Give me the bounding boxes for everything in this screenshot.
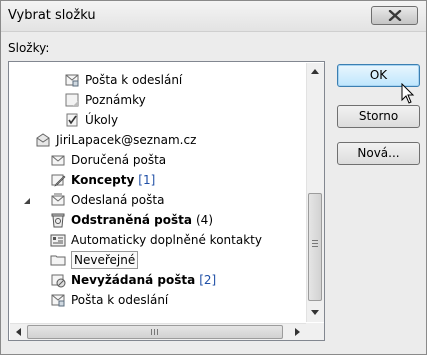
tree-item-label: JiriLapacek@seznam.cz [56, 133, 197, 147]
grip-icon [151, 329, 158, 335]
tree-item[interactable]: JiriLapacek@seznam.cz [35, 130, 196, 150]
tree-item-label: Poznámky [85, 93, 146, 107]
tree-item[interactable]: Odstraněná pošta (4) [50, 210, 213, 230]
folders-label: Složky: [8, 41, 50, 55]
deleted-icon [51, 213, 65, 228]
tree-item-label: Neveřejné [71, 251, 139, 269]
tree-item[interactable]: Pošta k odeslání [64, 70, 182, 90]
close-icon [388, 10, 402, 21]
scroll-right-arrow-icon[interactable] [295, 328, 300, 336]
tree-item-label: Úkoly [85, 113, 119, 127]
tree-item-label: Automaticky doplněné kontakty [71, 233, 262, 247]
outbox-icon [51, 294, 65, 307]
tree-item-label: Odeslaná pošta [71, 193, 165, 207]
cancel-button[interactable]: Storno [337, 105, 420, 128]
tree-item[interactable]: Poznámky [64, 90, 146, 110]
outbox-icon [65, 74, 79, 87]
tree-item-label: Pošta k odeslání [71, 293, 169, 307]
tree-item[interactable]: Pošta k odeslání [50, 290, 168, 310]
vertical-scrollbar[interactable] [306, 63, 324, 322]
horizontal-scroll-thumb[interactable] [27, 325, 283, 339]
tree-item-label: Pošta k odeslání [85, 73, 183, 87]
tree-item[interactable]: Odeslaná pošta [50, 190, 164, 210]
horizontal-scrollbar[interactable] [10, 323, 306, 340]
scroll-corner [306, 323, 324, 340]
tree-item-label: Odstraněná pošta [71, 213, 192, 227]
junk-icon [51, 274, 66, 288]
grip-icon [312, 240, 318, 247]
item-count: [1] [138, 173, 156, 187]
vertical-scroll-thumb[interactable] [308, 193, 322, 301]
tree-item-label: Doručená pošta [71, 153, 167, 167]
tree-item[interactable]: Koncepty [1] [50, 170, 155, 190]
window-title: Vybrat složku [8, 8, 96, 23]
tree-item[interactable]: Nevyžádaná pošta [2] [50, 270, 216, 290]
close-button[interactable] [371, 6, 418, 25]
inbox-icon [51, 155, 65, 166]
tree-item-label: Nevyžádaná pošta [71, 273, 196, 287]
collapse-arrow-icon[interactable] [23, 197, 31, 205]
scroll-up-arrow-icon[interactable] [311, 69, 319, 74]
tree-item[interactable]: Automaticky doplněné kontakty [50, 230, 262, 250]
notes-icon [65, 93, 79, 107]
drafts-icon [51, 174, 66, 187]
scroll-down-arrow-icon[interactable] [311, 310, 319, 315]
folder-icon [50, 255, 66, 266]
item-count: [2] [199, 273, 217, 287]
tree-item-label: Koncepty [71, 173, 135, 187]
tasks-icon [66, 113, 78, 127]
mouse-cursor-icon [401, 83, 415, 104]
item-count: (4) [196, 213, 213, 227]
title-bar: Vybrat složku [1, 1, 426, 32]
tree-item[interactable]: Doručená pošta [50, 150, 166, 170]
contacts-icon [50, 234, 66, 247]
mailbox-icon [36, 133, 50, 147]
new-folder-button[interactable]: Nová... [337, 142, 420, 165]
tree-item-selected[interactable]: Neveřejné [50, 250, 139, 270]
folder-tree[interactable]: Pošta k odeslání Poznámky Úkoly JiriLapa… [8, 61, 325, 341]
select-folder-dialog: Vybrat složku Složky: Pošta k odeslání P… [0, 0, 427, 355]
tree-item[interactable]: Úkoly [64, 110, 118, 130]
scroll-left-arrow-icon[interactable] [16, 328, 21, 336]
sent-icon [51, 193, 65, 206]
